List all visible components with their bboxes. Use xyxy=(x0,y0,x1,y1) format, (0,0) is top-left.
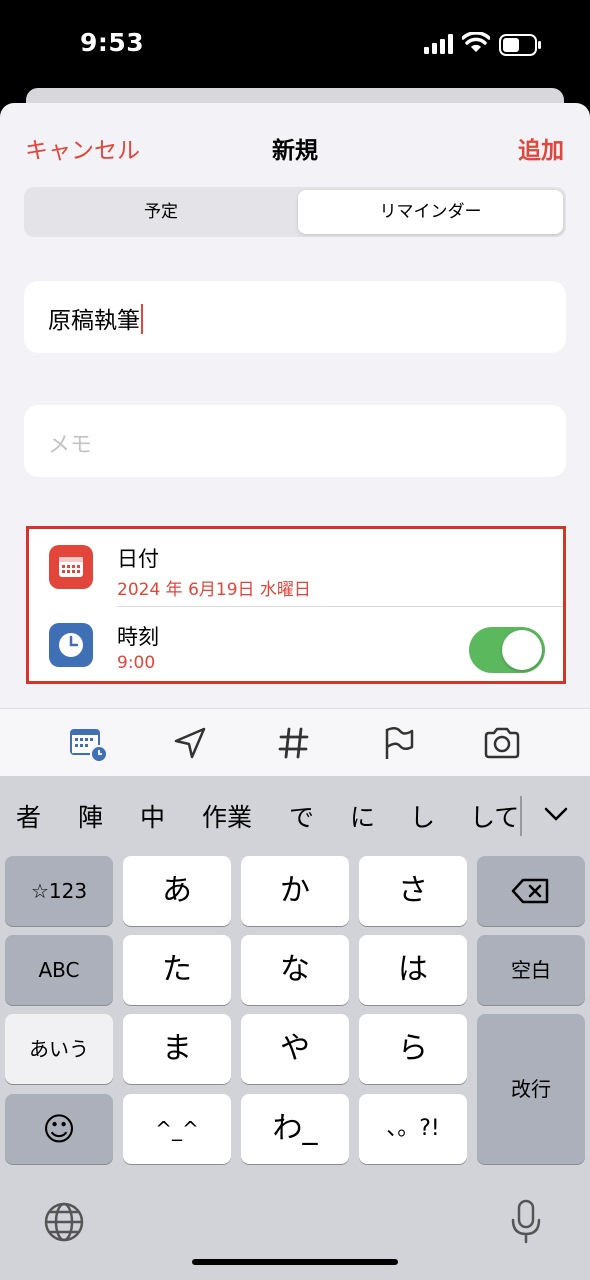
quick-toolbar xyxy=(0,708,590,776)
time-value: 9:00 xyxy=(117,653,156,673)
candidate-item[interactable]: 作業 xyxy=(202,798,252,834)
toggle-knob xyxy=(502,630,542,670)
return-key[interactable]: 改行 xyxy=(477,1014,585,1164)
key-ha[interactable]: は xyxy=(359,935,467,1005)
keyboard: 者 陣 中 作業 で に し して ☆123 あ か さ ABC た な は 空… xyxy=(0,776,590,1280)
candidate-item[interactable]: に xyxy=(350,798,375,834)
candidate-item[interactable]: で xyxy=(289,798,314,834)
delete-key[interactable] xyxy=(477,856,585,926)
candidate-separator xyxy=(520,796,522,836)
globe-icon[interactable] xyxy=(42,1200,86,1244)
key-ta[interactable]: た xyxy=(123,935,231,1005)
candidate-item[interactable]: 陣 xyxy=(78,798,103,834)
memo-field[interactable]: メモ xyxy=(24,405,566,477)
microphone-icon[interactable] xyxy=(506,1198,546,1246)
home-indicator xyxy=(192,1259,398,1265)
sheet-title: 新規 xyxy=(272,138,318,164)
segment-event[interactable]: 予定 xyxy=(27,190,295,234)
calendar-icon xyxy=(49,545,93,589)
key-a[interactable]: あ xyxy=(123,856,231,926)
key-ma[interactable]: ま xyxy=(123,1014,231,1084)
time-label: 時刻 xyxy=(117,625,159,649)
candidate-item[interactable]: して xyxy=(470,798,519,834)
wifi-icon xyxy=(462,32,490,52)
key-na[interactable]: な xyxy=(241,935,349,1005)
candidate-item[interactable]: 中 xyxy=(140,798,165,834)
key-ra[interactable]: ら xyxy=(359,1014,467,1084)
clock-icon xyxy=(49,623,93,667)
candidate-bar: 者 陣 中 作業 で に し して xyxy=(0,776,590,852)
location-arrow-icon[interactable] xyxy=(170,723,210,763)
key-wa[interactable]: わ_ xyxy=(241,1094,349,1164)
calendar-clock-icon[interactable] xyxy=(68,723,108,763)
new-item-sheet: キャンセル 新規 追加 予定 リマインダー 原稿執筆 メモ 日付 2024 年 … xyxy=(0,103,590,1280)
add-button[interactable]: 追加 xyxy=(518,131,564,165)
type-segmented-control: 予定 リマインダー xyxy=(24,187,566,237)
time-row[interactable]: 時刻 9:00 xyxy=(29,607,563,683)
key-sa[interactable]: さ xyxy=(359,856,467,926)
cellular-signal-icon xyxy=(424,34,453,54)
camera-icon[interactable] xyxy=(482,723,522,763)
text-caret xyxy=(141,304,143,334)
kana-key[interactable]: あいう xyxy=(5,1014,113,1084)
hashtag-icon[interactable] xyxy=(274,723,314,763)
flag-icon[interactable] xyxy=(378,723,418,763)
status-bar: 9:53 xyxy=(0,0,590,90)
candidate-item[interactable]: 者 xyxy=(16,798,41,834)
abc-key[interactable]: ABC xyxy=(5,935,113,1005)
date-label: 日付 xyxy=(117,547,159,571)
key-ka[interactable]: か xyxy=(241,856,349,926)
key-punctuation[interactable]: 、。?! xyxy=(359,1094,467,1164)
memo-placeholder: メモ xyxy=(48,433,93,458)
chevron-down-icon[interactable] xyxy=(540,798,572,830)
candidate-item[interactable]: し xyxy=(410,798,435,834)
date-row[interactable]: 日付 2024 年 6月19日 水曜日 xyxy=(29,529,563,605)
battery-icon xyxy=(499,34,541,56)
title-input-text: 原稿執筆 xyxy=(48,308,140,334)
date-value: 2024 年 6月19日 水曜日 xyxy=(117,580,311,600)
key-ya[interactable]: や xyxy=(241,1014,349,1084)
date-time-group: 日付 2024 年 6月19日 水曜日 時刻 9:00 xyxy=(26,526,566,684)
status-time: 9:53 xyxy=(80,28,145,57)
emoji-key[interactable]: ☺ xyxy=(5,1094,113,1164)
key-kaomoji[interactable]: ^_^ xyxy=(123,1094,231,1164)
segment-reminder[interactable]: リマインダー xyxy=(298,190,563,234)
backspace-icon xyxy=(511,878,549,904)
title-field[interactable]: 原稿執筆 xyxy=(24,281,566,353)
numbers-key[interactable]: ☆123 xyxy=(5,856,113,926)
space-key[interactable]: 空白 xyxy=(477,935,585,1005)
time-toggle[interactable] xyxy=(469,627,545,673)
nav-bar: キャンセル 新規 追加 xyxy=(0,103,590,183)
